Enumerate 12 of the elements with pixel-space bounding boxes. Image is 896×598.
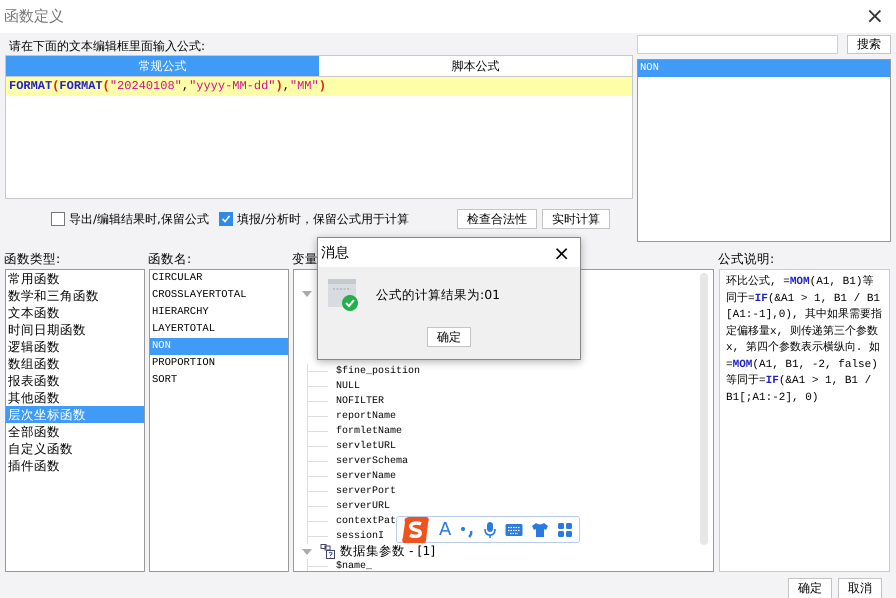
window-title: 函数定义 (4, 7, 64, 26)
checkbox-label: 填报/分析时，保留公式用于计算 (236, 210, 409, 228)
checkbox-label: 导出/编辑结果时,保留公式 (69, 210, 209, 228)
formula-code: FORMAT(FORMAT("20240108","yyyy-MM-dd"),"MM") (9, 79, 326, 93)
pane-label: 变量 (292, 251, 318, 266)
pane-label: 函数类型: (4, 251, 60, 266)
pane-label: 公式说明: (718, 251, 774, 266)
dialog-title: 消息 (321, 244, 349, 262)
pane-label: 函数名: (148, 251, 192, 266)
description-text: 环比公式, =MOM(A1, B1)等同于=IF(&A1 > 1, B1 / B1[A1:-1],0), 其中如果需要指定偏移量x, 则传递第三个参数x, 第四个参数表示横纵向. 如=MOM(A1, B1, -2, false)等同于=IF(&A1 > 1, B1 / B1[;A1:-2], 0) (725, 274, 884, 406)
dialog-message: 公式的计算结果为:01 (376, 286, 500, 304)
editor-prompt: 请在下面的文本编辑框里面输入公式: (8, 38, 206, 55)
